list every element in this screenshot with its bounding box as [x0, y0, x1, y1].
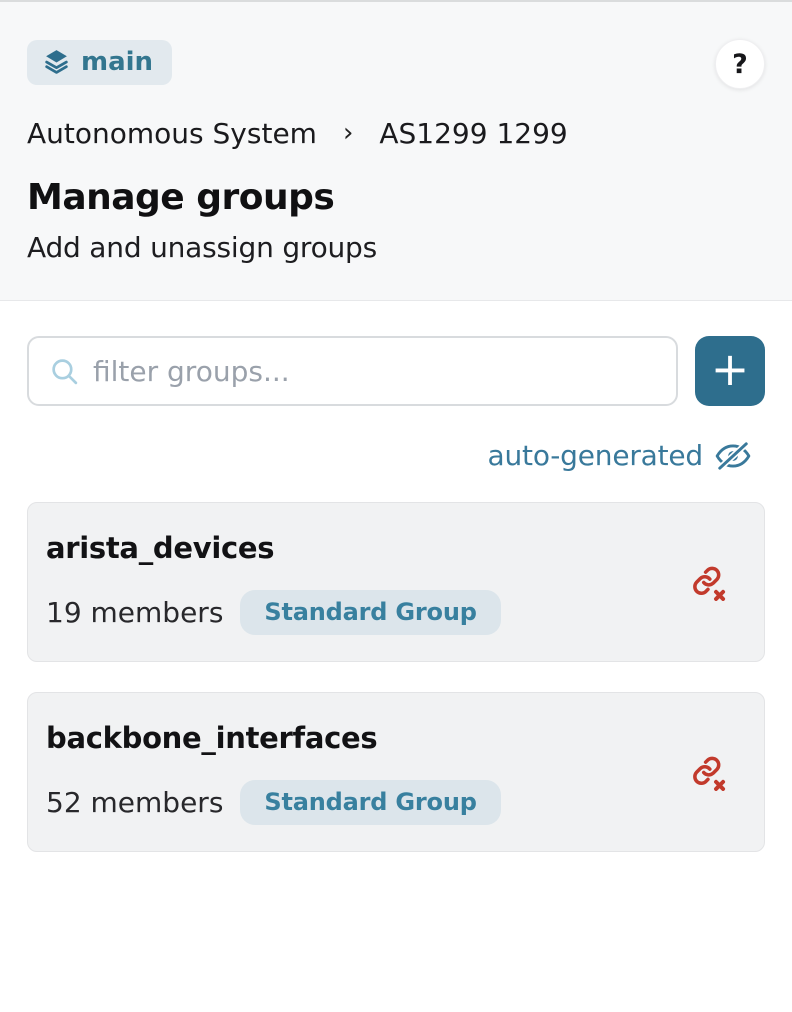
group-name: arista_devices: [46, 529, 501, 565]
auto-generated-label: auto-generated: [488, 439, 703, 472]
breadcrumb-parent[interactable]: Autonomous System: [27, 117, 317, 150]
chevron-right-icon: ›: [343, 118, 353, 150]
group-card: backbone_interfaces 52 members Standard …: [27, 692, 765, 852]
help-button[interactable]: ?: [715, 39, 765, 89]
eye-off-icon: [715, 441, 751, 471]
plus-icon: +: [711, 346, 750, 392]
main-content: + auto-generated arista_devices 19 membe…: [0, 301, 792, 852]
unlink-icon: [692, 564, 726, 601]
layers-icon: [43, 48, 70, 75]
help-label: ?: [732, 49, 748, 80]
group-type-badge: Standard Group: [240, 780, 500, 825]
group-info: arista_devices 19 members Standard Group: [46, 529, 501, 635]
group-meta: 52 members Standard Group: [46, 780, 501, 825]
header-top-row: main ?: [27, 40, 765, 89]
page-subtitle: Add and unassign groups: [27, 231, 765, 264]
group-type-badge: Standard Group: [240, 590, 500, 635]
group-name: backbone_interfaces: [46, 719, 501, 755]
page-header: main ? Autonomous System › AS1299 1299 M…: [0, 0, 792, 301]
toolbar: +: [27, 336, 765, 406]
unassign-group-button[interactable]: [688, 560, 730, 605]
group-member-count: 52 members: [46, 786, 223, 819]
group-meta: 19 members Standard Group: [46, 590, 501, 635]
add-group-button[interactable]: +: [695, 336, 765, 406]
group-info: backbone_interfaces 52 members Standard …: [46, 719, 501, 825]
unassign-group-button[interactable]: [688, 750, 730, 795]
group-member-count: 19 members: [46, 596, 223, 629]
branch-selector[interactable]: main: [27, 40, 172, 85]
filter-groups-input[interactable]: [93, 355, 658, 388]
unlink-icon: [692, 754, 726, 791]
group-card: arista_devices 19 members Standard Group: [27, 502, 765, 662]
breadcrumb: Autonomous System › AS1299 1299: [27, 117, 765, 150]
breadcrumb-current[interactable]: AS1299 1299: [379, 117, 567, 150]
search-icon: [49, 356, 80, 387]
branch-label: main: [81, 47, 153, 77]
page-title: Manage groups: [27, 177, 765, 218]
auto-generated-toggle[interactable]: auto-generated: [27, 439, 765, 472]
filter-groups-field[interactable]: [27, 336, 678, 406]
